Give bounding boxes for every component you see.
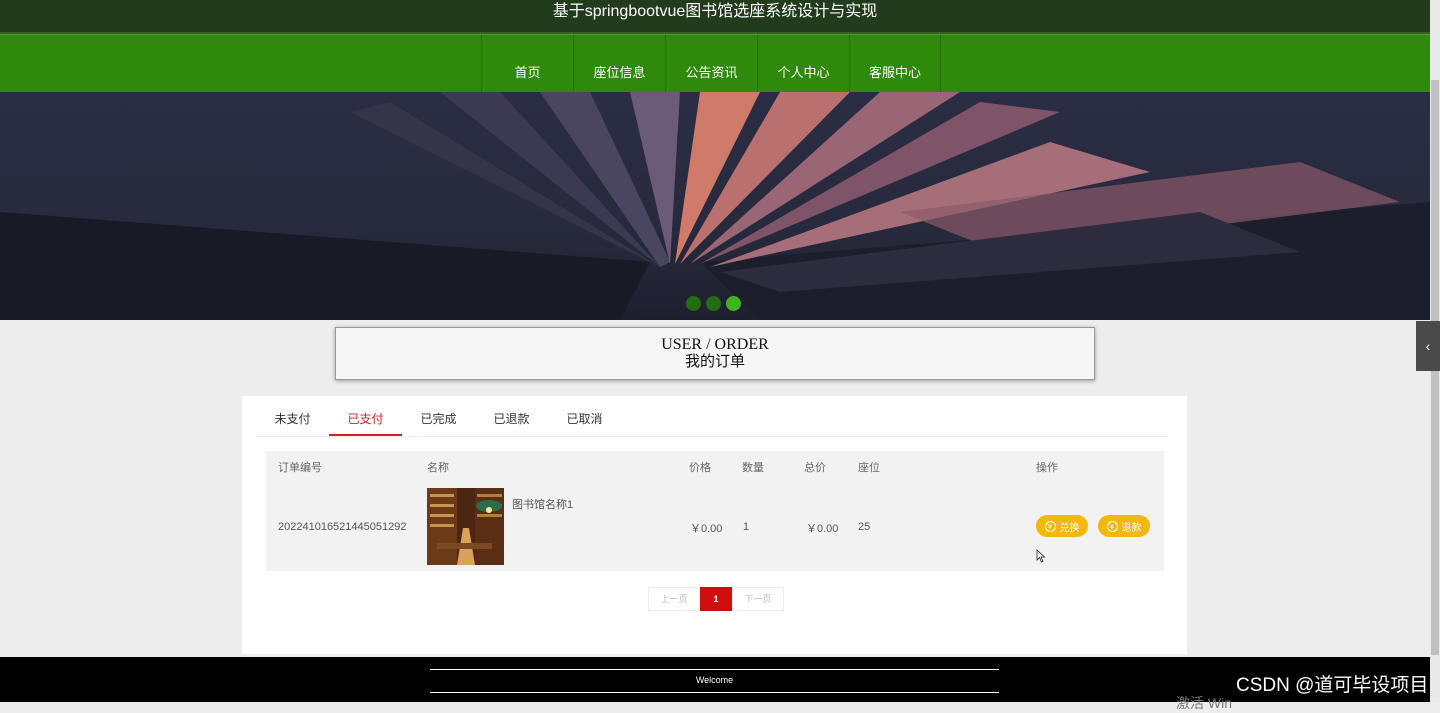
activation-watermark: 激活 Win [1176, 695, 1232, 711]
orders-table: 订单编号 名称 价格 数量 总价 座位 操作 20224101652144505… [266, 451, 1164, 571]
col-header-name: 名称 [427, 462, 449, 474]
csdn-watermark: CSDN @道可毕设项目 [1236, 675, 1429, 696]
nav-item-home[interactable]: 首页 [481, 35, 573, 93]
col-header-order-no: 订单编号 [278, 462, 322, 474]
library-thumbnail[interactable] [427, 488, 504, 565]
footer-divider-top [430, 669, 999, 670]
tab-refunded[interactable]: 已退款 [475, 396, 548, 436]
chevron-left-icon: ‹ [1425, 338, 1431, 354]
order-total: ￥0.00 [806, 523, 839, 535]
tab-cancelled[interactable]: 已取消 [548, 396, 621, 436]
order-price: ￥0.00 [690, 523, 723, 535]
order-quantity: 1 [743, 521, 750, 533]
site-title: 基于springbootvue图书馆选座系统设计与实现 [0, 0, 1430, 34]
order-number: 20224101652144505129​2 [278, 521, 407, 533]
nav-item-profile[interactable]: 个人中心 [757, 35, 849, 93]
tab-unpaid[interactable]: 未支付 [256, 396, 329, 436]
pagination: 上一页 1 下一页 [648, 587, 784, 611]
refund-button-label: 退款 [1121, 522, 1142, 534]
nav-item-support[interactable]: 客服中心 [849, 35, 941, 93]
banner-book-image [0, 92, 1430, 320]
yen-coin-icon: ¥ [1044, 520, 1056, 532]
yen-coin-icon: ¥ [1106, 520, 1118, 532]
banner-carousel [0, 92, 1430, 320]
exchange-button-label: 兑换 [1059, 522, 1080, 534]
exchange-button[interactable]: ¥ 兑换 [1036, 515, 1088, 537]
carousel-dot-3[interactable] [726, 296, 741, 311]
prev-page-button[interactable]: 上一页 [648, 587, 700, 611]
library-name[interactable]: 图书馆名称1 [512, 496, 573, 512]
footer-divider-bottom [430, 692, 999, 693]
col-header-price: 价格 [689, 462, 711, 474]
section-title-cn: 我的订单 [684, 354, 745, 370]
nav-item-news[interactable]: 公告资讯 [665, 35, 757, 93]
main-nav: 首页 座位信息 公告资讯 个人中心 客服中心 [0, 34, 1430, 93]
carousel-dots [686, 296, 741, 311]
refund-button[interactable]: ¥ 退款 [1098, 515, 1150, 537]
nav-item-seats[interactable]: 座位信息 [573, 35, 665, 93]
next-page-button[interactable]: 下一页 [732, 587, 784, 611]
order-seat: 25 [858, 521, 871, 533]
current-page[interactable]: 1 [700, 587, 732, 611]
col-header-seat: 座位 [858, 462, 880, 474]
carousel-dot-2[interactable] [706, 296, 721, 311]
mouse-cursor-icon [1036, 549, 1046, 568]
col-header-quantity: 数量 [742, 462, 764, 474]
side-drawer-toggle[interactable]: ‹ [1416, 321, 1440, 371]
section-title-box: USER / ORDER 我的订单 [335, 327, 1095, 380]
order-status-tabs: 未支付 已支付 已完成 已退款 已取消 [256, 396, 1168, 437]
section-title-en: USER / ORDER [661, 336, 769, 353]
orders-panel: 未支付 已支付 已完成 已退款 已取消 订单编号 名称 价格 数量 总价 座位 … [242, 396, 1187, 654]
col-header-total: 总价 [804, 462, 826, 474]
footer-welcome: Welcome [695, 675, 734, 685]
carousel-dot-1[interactable] [686, 296, 701, 311]
library-photo-image [427, 488, 504, 565]
tab-paid[interactable]: 已支付 [329, 396, 402, 436]
tab-completed[interactable]: 已完成 [402, 396, 475, 436]
col-header-action: 操作 [1036, 462, 1058, 474]
